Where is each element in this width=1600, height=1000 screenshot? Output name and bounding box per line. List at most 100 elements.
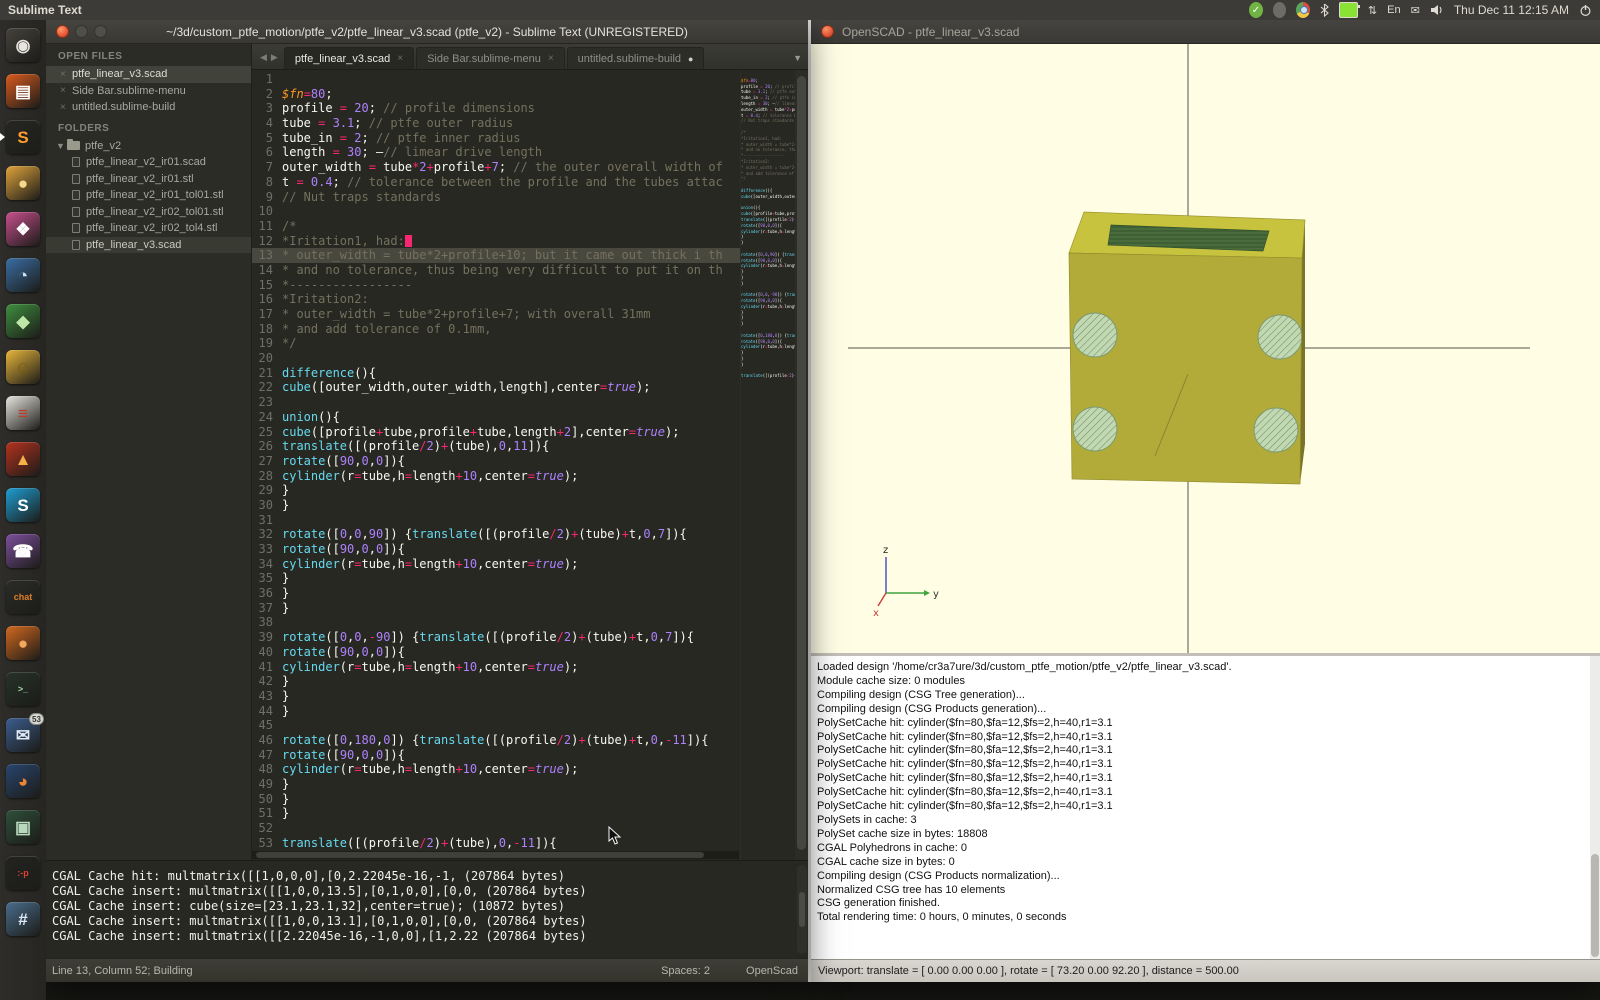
code-line-46[interactable]: 46 rotate([0,180,0]) {translate([(profile… (252, 733, 740, 748)
launcher-icon-dash-home[interactable]: ◉ (6, 28, 40, 62)
editor-vertical-scrollbar[interactable] (795, 70, 808, 860)
console-panel[interactable]: Loaded design '/home/cr3a7ure/3d/custom_… (811, 656, 1600, 959)
code-line-22[interactable]: 22 cube([outer_width,outer_width,length],… (252, 380, 740, 395)
code-line-14[interactable]: 14 * and no tolerance, thus being very di… (252, 263, 740, 278)
code-line-34[interactable]: 34 cylinder(r=tube,h=length+10,center=tru… (252, 557, 740, 572)
tab-close-icon[interactable]: × (548, 53, 554, 64)
tab-Side Bar.sublime-menu[interactable]: Side Bar.sublime-menu × (416, 47, 565, 69)
code-line-47[interactable]: 47 rotate([90,0,0]){ (252, 748, 740, 763)
code-line-50[interactable]: 50} (252, 792, 740, 807)
code-line-28[interactable]: 28 cylinder(r=tube,h=length+10,center=tru… (252, 469, 740, 484)
code-line-20[interactable]: 20 (252, 351, 740, 366)
tree-file-item[interactable]: ptfe_linear_v2_ir01.scad (46, 154, 251, 171)
code-line-1[interactable]: 1 (252, 72, 740, 87)
code-line-33[interactable]: 33 rotate([90,0,0]){ (252, 542, 740, 557)
tab-forward-button[interactable]: ▶ (271, 52, 278, 63)
launcher-icon-terminal[interactable]: >_ (6, 672, 40, 706)
network-arrows-icon[interactable]: ⇅ (1368, 2, 1377, 18)
code-line-30[interactable]: 30} (252, 498, 740, 513)
code-line-7[interactable]: 7 outer_width = tube*2+profile+7; // the … (252, 160, 740, 175)
code-line-12[interactable]: 12 *Iritation1, had: (252, 234, 740, 249)
build-output-panel[interactable]: CGAL Cache hit: multmatrix([[1,0,0,0],[0… (46, 860, 808, 958)
open-file-item[interactable]: × ptfe_linear_v3.scad (46, 66, 251, 83)
tree-file-item[interactable]: ptfe_linear_v2_ir01_tol01.stl (46, 187, 251, 204)
code-line-24[interactable]: 24 union(){ (252, 410, 740, 425)
chromium-tray-icon[interactable] (1295, 2, 1310, 18)
close-file-icon[interactable]: × (60, 102, 72, 113)
openscad-titlebar[interactable]: OpenSCAD - ptfe_linear_v3.scad (811, 20, 1600, 44)
code-line-48[interactable]: 48 cylinder(r=tube,h=length+10,center=tru… (252, 762, 740, 777)
code-line-36[interactable]: 36} (252, 586, 740, 601)
code-line-29[interactable]: 29} (252, 483, 740, 498)
launcher-icon-keyboard-app[interactable]: # (6, 902, 40, 936)
close-file-icon[interactable]: × (60, 85, 72, 96)
tree-file-item[interactable]: ptfe_linear_v3.scad (46, 236, 251, 253)
tab-overflow-button[interactable]: ▼ (793, 53, 802, 63)
mail-indicator-icon[interactable]: ✉ (1411, 2, 1420, 18)
tab-back-button[interactable]: ◀ (260, 52, 267, 63)
tab-ptfe_linear_v3.scad[interactable]: ptfe_linear_v3.scad × (283, 47, 415, 69)
code-line-5[interactable]: 5 tube_in = 2; // ptfe inner radius (252, 131, 740, 146)
launcher-icon-xchat[interactable]: chat (6, 580, 40, 614)
code-line-32[interactable]: 32 rotate([0,0,90]) {translate([(profile/… (252, 527, 740, 542)
code-line-21[interactable]: 21 difference(){ (252, 366, 740, 381)
launcher-icon-chromium-browser[interactable]: ◔ (6, 258, 40, 292)
code-line-6[interactable]: 6 length = 30; —// limear drive length (252, 145, 740, 160)
launcher-icon-photos[interactable]: ❖ (6, 212, 40, 246)
cursor-position-status[interactable]: Line 13, Column 52; Building (52, 965, 193, 977)
launcher-icon-tongue-app[interactable]: :-p (6, 856, 40, 890)
code-line-26[interactable]: 26 translate([(profile/2)+(tube),0,11]){ (252, 439, 740, 454)
code-line-13[interactable]: 13 * outer_width = tube*2+profile+10; but… (252, 248, 740, 263)
console-scrollbar[interactable] (1590, 656, 1600, 959)
code-line-9[interactable]: 9// Nut traps standards (252, 190, 740, 205)
bluetooth-icon[interactable] (1320, 2, 1329, 18)
code-line-23[interactable]: 23 (252, 395, 740, 410)
code-line-45[interactable]: 45 (252, 718, 740, 733)
open-file-item[interactable]: × Side Bar.sublime-menu (46, 83, 251, 100)
open-file-item[interactable]: × untitled.sublime-build (46, 99, 251, 116)
code-line-11[interactable]: 11/* (252, 219, 740, 234)
code-editor[interactable]: 1 2 $fn=80; 3 profile = 20; // profile dimen… (252, 70, 808, 860)
3d-viewport[interactable]: z y x (811, 44, 1600, 656)
tab-untitled.sublime-build[interactable]: untitled.sublime-build ● (566, 47, 705, 69)
keyboard-layout-indicator[interactable]: En (1387, 2, 1400, 18)
launcher-icon-sublime-text[interactable]: S (0, 120, 40, 154)
clock[interactable]: Thu Dec 11 12:15 AM (1454, 2, 1569, 18)
syntax-status[interactable]: OpenScad (746, 965, 798, 977)
launcher-icon-flame-app[interactable]: ▲ (6, 442, 40, 476)
launcher-icon-camera-app[interactable]: ▣ (6, 810, 40, 844)
launcher-icon-skype[interactable]: S (6, 488, 40, 522)
launcher-icon-firefox[interactable]: ◕ (6, 764, 40, 798)
battery-icon[interactable] (1338, 2, 1360, 18)
code-line-25[interactable]: 25 cube([profile+tube,profile+tube,length… (252, 425, 740, 440)
launcher-icon-files[interactable]: ▤ (6, 74, 40, 108)
code-line-8[interactable]: 8t = 0.4; // tolerance between the profi… (252, 175, 740, 190)
code-line-2[interactable]: 2 $fn=80; (252, 87, 740, 102)
code-line-37[interactable]: 37} (252, 601, 740, 616)
launcher-icon-mail-client[interactable]: ✉ 53 (6, 713, 44, 752)
app-menu-label[interactable]: Sublime Text (8, 3, 82, 17)
minimize-button[interactable] (75, 25, 88, 38)
code-line-31[interactable]: 31 (252, 513, 740, 528)
code-line-19[interactable]: 19 */ (252, 336, 740, 351)
code-line-49[interactable]: 49} (252, 777, 740, 792)
minimap[interactable]: $fn=80;profile = 20; // profile dimensio… (740, 70, 795, 860)
code-line-3[interactable]: 3 profile = 20; // profile dimensions (252, 101, 740, 116)
code-line-38[interactable]: 38 (252, 615, 740, 630)
code-line-41[interactable]: 41 cylinder(r=tube,h=length+10,center=tru… (252, 660, 740, 675)
folder-row[interactable]: ▼ ptfe_v2 (46, 138, 251, 155)
tab-close-icon[interactable]: × (397, 53, 403, 64)
build-scrollbar[interactable] (797, 865, 807, 954)
tree-file-item[interactable]: ptfe_linear_v2_ir02_tol01.stl (46, 204, 251, 221)
sublime-titlebar[interactable]: ~/3d/custom_ptfe_motion/ptfe_v2/ptfe_lin… (46, 20, 808, 44)
tree-file-item[interactable]: ptfe_linear_v2_ir02_tol4.stl (46, 220, 251, 237)
code-line-44[interactable]: 44} (252, 704, 740, 719)
power-menu-icon[interactable] (1579, 2, 1592, 18)
close-file-icon[interactable]: × (60, 69, 72, 80)
launcher-icon-blender-ball[interactable]: ● (6, 166, 40, 200)
indent-status[interactable]: Spaces: 2 (661, 965, 710, 977)
code-line-40[interactable]: 40 rotate([90,0,0]){ (252, 645, 740, 660)
launcher-icon-orange-ball-app[interactable]: ● (6, 626, 40, 660)
indicator-icon[interactable] (1272, 2, 1286, 18)
code-line-43[interactable]: 43} (252, 689, 740, 704)
